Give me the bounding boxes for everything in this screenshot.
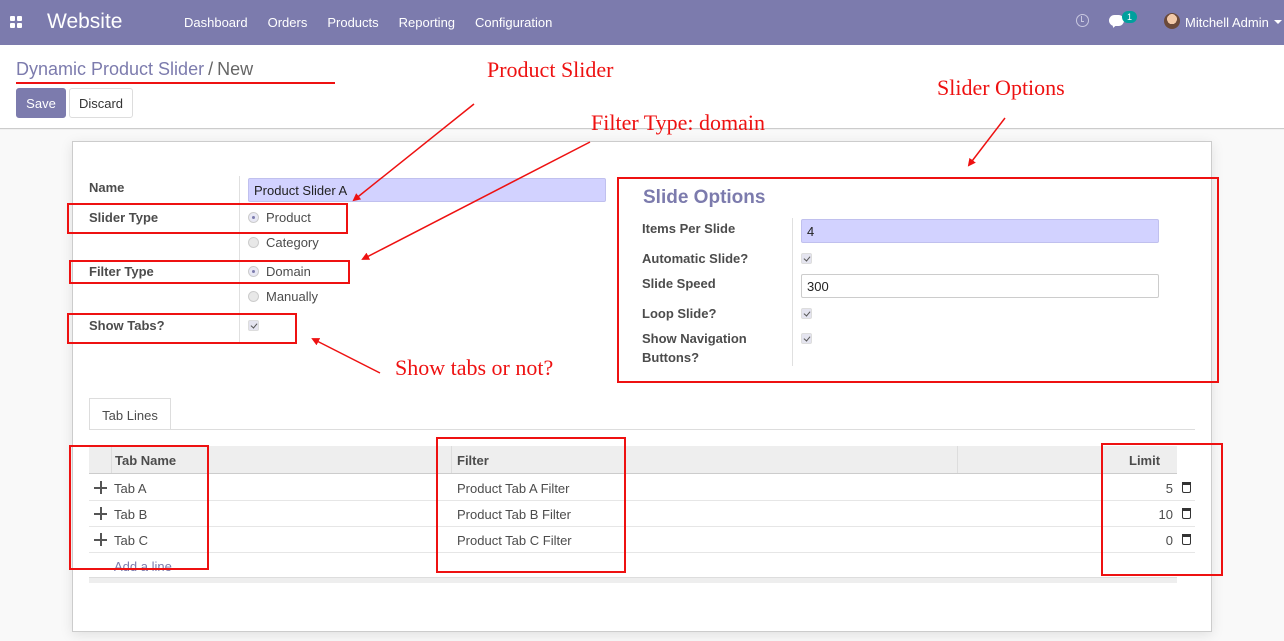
menu-reporting[interactable]: Reporting [399,15,455,30]
annotation-box-limit [1101,443,1223,576]
table-row[interactable]: Tab B Product Tab B Filter 10 [89,501,1195,527]
discard-button[interactable]: Discard [69,88,133,118]
table-header: Tab Name Filter Limit [89,446,1177,474]
message-count-badge: 1 [1122,11,1138,23]
slider-type-category-label[interactable]: Category [266,235,319,250]
annotation-slider-options: Slider Options [937,75,1065,100]
annotation-box-filter [436,437,626,573]
menu-orders[interactable]: Orders [268,15,308,30]
filter-type-manually-label[interactable]: Manually [266,289,318,304]
name-label: Name [89,180,125,195]
slider-type-category-radio[interactable] [248,237,259,248]
app-brand[interactable]: Website [47,10,122,34]
annotation-box-filter-type [69,260,350,284]
tab-lines[interactable]: Tab Lines [89,398,171,430]
main-menu: Dashboard Orders Products Reporting Conf… [184,15,572,30]
activity-clock-icon[interactable] [1076,14,1089,27]
table-row[interactable]: Tab A Product Tab A Filter 5 [89,475,1195,501]
table-footer [89,577,1177,583]
menu-configuration[interactable]: Configuration [475,15,552,30]
annotation-filter-type: Filter Type: domain [591,110,766,135]
name-field[interactable]: Product Slider A [248,178,606,202]
column-separator [957,446,958,473]
breadcrumb-parent[interactable]: Dynamic Product Slider [16,59,204,79]
menu-dashboard[interactable]: Dashboard [184,15,248,30]
table-row[interactable]: Tab C Product Tab C Filter 0 [89,527,1195,553]
annotation-product-slider: Product Slider [487,57,614,82]
breadcrumb-current: New [217,59,254,79]
user-name[interactable]: Mitchell Admin [1185,15,1269,30]
annotation-box-slide-options [617,177,1219,383]
notebook-divider [89,429,1195,430]
annotation-box-slider-type [67,203,348,234]
save-button[interactable]: Save [16,88,66,118]
menu-products[interactable]: Products [327,15,378,30]
chevron-down-icon[interactable] [1274,20,1282,24]
filter-type-manually-radio[interactable] [248,291,259,302]
breadcrumb-separator: / [208,59,214,79]
annotation-box-show-tabs [67,313,297,344]
apps-menu-icon[interactable] [10,16,23,29]
annotation-show-tabs: Show tabs or not? [395,355,554,380]
top-navbar: Website Dashboard Orders Products Report… [0,0,1284,45]
breadcrumb: Dynamic Product Slider / New [16,59,253,80]
annotation-box-tab-name [69,445,209,570]
avatar[interactable] [1164,13,1180,29]
